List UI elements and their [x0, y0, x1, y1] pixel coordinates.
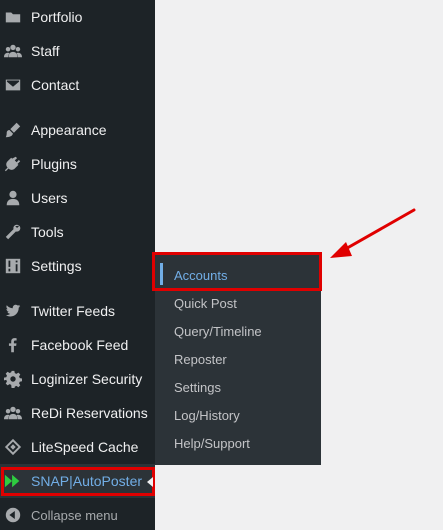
sidebar-item-label: ReDi Reservations [31, 405, 148, 421]
sidebar-item-plugins[interactable]: Plugins [0, 147, 155, 181]
admin-sidebar: Portfolio Staff Contact Appearance Plugi… [0, 0, 155, 530]
collapse-menu-label: Collapse menu [31, 507, 118, 523]
sidebar-item-tools[interactable]: Tools [0, 215, 155, 249]
collapse-arrow-icon [3, 505, 23, 525]
sidebar-item-label: Facebook Feed [31, 337, 129, 353]
user-icon [3, 188, 23, 208]
sidebar-item-twitter-feeds[interactable]: Twitter Feeds [0, 294, 155, 328]
wrench-icon [3, 222, 23, 242]
sidebar-item-staff[interactable]: Staff [0, 34, 155, 68]
sidebar-item-label: Loginizer Security [31, 371, 143, 387]
sidebar-item-facebook-feed[interactable]: Facebook Feed [0, 328, 155, 362]
submenu-item-help-support[interactable]: Help/Support [174, 436, 250, 451]
annotation-arrow-icon [330, 208, 416, 258]
sidebar-item-label: LiteSpeed Cache [31, 439, 139, 455]
sidebar-item-label: Staff [31, 43, 60, 59]
sidebar-item-label: Settings [31, 258, 82, 274]
sidebar-item-label: Plugins [31, 156, 77, 172]
sidebar-item-settings[interactable]: Settings [0, 249, 155, 283]
mail-icon [3, 75, 23, 95]
sidebar-item-appearance[interactable]: Appearance [0, 113, 155, 147]
sidebar-item-label: Users [31, 190, 68, 206]
sidebar-item-label: Contact [31, 77, 80, 93]
brush-icon [3, 120, 23, 140]
gear-icon [3, 369, 23, 389]
sidebar-item-portfolio[interactable]: Portfolio [0, 0, 155, 34]
collapse-menu-button[interactable]: Collapse menu [0, 498, 155, 530]
sidebar-item-label: Tools [31, 224, 64, 240]
submenu-item-log-history[interactable]: Log/History [174, 408, 240, 423]
flyout-pointer-icon [147, 477, 153, 487]
facebook-icon [3, 335, 23, 355]
submenu-item-settings[interactable]: Settings [174, 380, 221, 395]
sidebar-item-contact[interactable]: Contact [0, 68, 155, 102]
submenu-item-query-timeline[interactable]: Query/Timeline [174, 324, 262, 339]
sidebar-item-label: Twitter Feeds [31, 303, 116, 319]
sliders-icon [3, 256, 23, 276]
sidebar-item-label: Appearance [31, 122, 107, 138]
sidebar-item-loginizer-security[interactable]: Loginizer Security [0, 362, 155, 396]
submenu-item-quick-post[interactable]: Quick Post [174, 296, 237, 311]
plug-icon [3, 154, 23, 174]
active-indicator-bar [160, 263, 163, 285]
accounts-highlight-box [152, 252, 322, 291]
sidebar-item-redi-reservations[interactable]: ReDi Reservations [0, 396, 155, 430]
folder-icon [3, 7, 23, 27]
twitter-icon [3, 301, 23, 321]
sidebar-item-label: Portfolio [31, 9, 83, 25]
users-group-icon [3, 403, 23, 423]
diamond-icon [3, 437, 23, 457]
snap-autoposter-highlight-box [1, 467, 155, 496]
sidebar-item-litespeed-cache[interactable]: LiteSpeed Cache [0, 430, 155, 464]
users-group-icon [3, 41, 23, 61]
sidebar-item-users[interactable]: Users [0, 181, 155, 215]
submenu-item-reposter[interactable]: Reposter [174, 352, 227, 367]
